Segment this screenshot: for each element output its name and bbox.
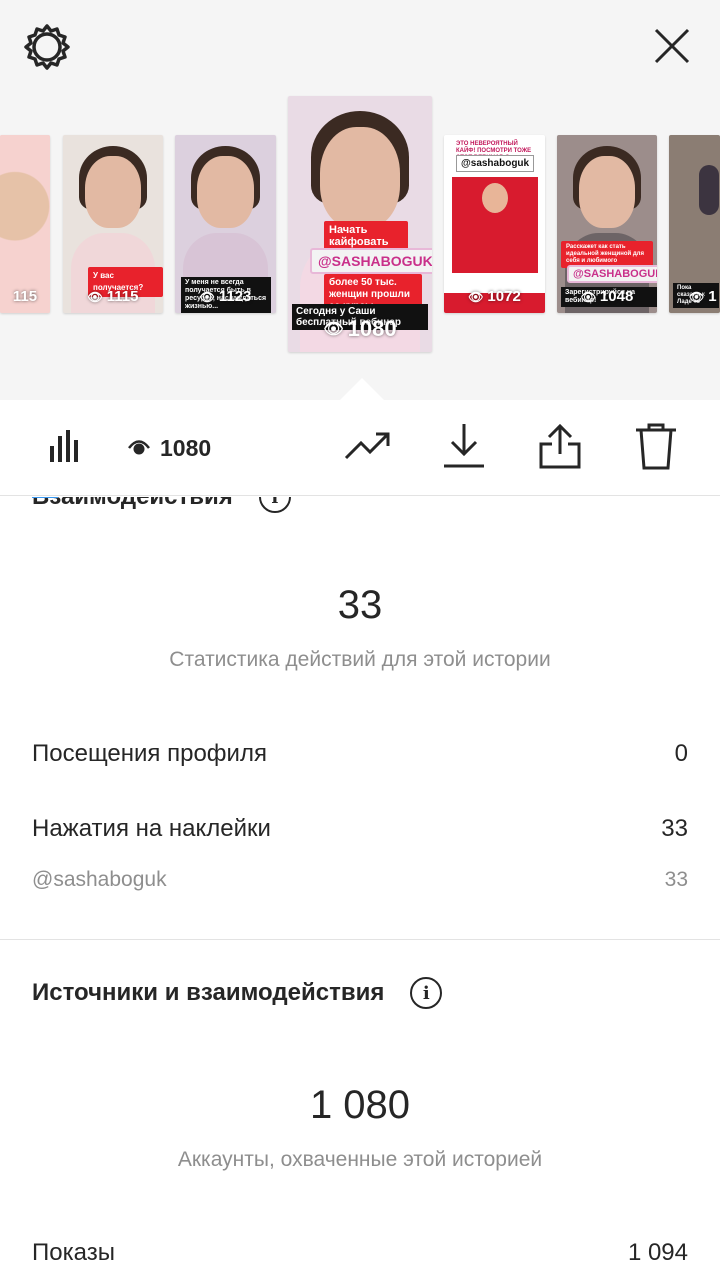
delete-button[interactable] [630, 422, 682, 474]
insights-content[interactable]: Взаимодействия i 33 Статистика действий … [0, 497, 720, 1280]
eye-icon: 👁 [199, 289, 215, 304]
stat-label: Нажатия на наклейки [32, 815, 271, 842]
share-button[interactable] [534, 422, 586, 474]
eye-icon: 👁 [689, 289, 705, 304]
story-thumbnail[interactable]: ЭТО НЕВЕРОЯТНЫЙ КАЙФ! ПОСМОТРИ ТОЖЕ ЭТОТ… [444, 135, 545, 313]
info-icon[interactable]: i [410, 977, 443, 1009]
download-icon [442, 422, 486, 475]
story-views-count: 1048 [599, 288, 634, 305]
stat-value: 1 094 [627, 1239, 688, 1266]
interactions-heading: Взаимодействия i [32, 497, 291, 517]
story-views-count: 1123 [218, 288, 252, 305]
stat-label: Посещения профиля [32, 740, 267, 767]
views-count: 1080 [160, 434, 212, 461]
trash-icon [634, 421, 678, 476]
eye-icon [128, 435, 150, 462]
eye-icon: 👁 [580, 289, 596, 304]
viewers-button[interactable]: 1080 [128, 432, 211, 464]
selected-story-pointer [340, 378, 384, 400]
eye-icon: 👁 [323, 321, 344, 338]
story-sticker: Расскажет как стать идеальной женщиной д… [561, 241, 653, 268]
share-icon [538, 422, 582, 475]
discovery-total: 1 080 [309, 1083, 411, 1127]
info-icon[interactable]: i [258, 497, 291, 513]
stat-row-impressions: Показы 1 094 [32, 1233, 688, 1273]
section-title: Взаимодействия [32, 497, 233, 511]
stat-value: 0 [674, 740, 688, 767]
story-views-count: 1080 [347, 316, 397, 341]
eye-icon: 👁 [468, 289, 484, 304]
stat-row-sticker-mention[interactable]: @sashaboguk 33 [32, 860, 688, 900]
trending-up-icon [343, 426, 393, 471]
stat-value: 33 [664, 868, 688, 891]
stat-row-sticker-taps: Нажатия на наклейки 33 [32, 809, 688, 849]
story-mention-sticker: @sashaboguk [456, 155, 535, 172]
story-views-count: 1115 [106, 288, 139, 305]
story-views-count: 115 [12, 288, 38, 305]
stat-label: Показы [32, 1239, 115, 1266]
story-thumbnail[interactable]: У меня не всегда получается быть в ресур… [175, 135, 276, 313]
insights-button[interactable] [38, 422, 90, 474]
story-thumbnail[interactable]: У вас получается? 👁 1115 [63, 135, 163, 313]
story-mention-sticker: @SASHABOGUK [310, 248, 432, 274]
story-thumbnail-strip[interactable]: 115 У вас получается? 👁 1115 У меня не вс… [0, 0, 720, 400]
story-thumbnail[interactable]: 115 [0, 135, 50, 313]
story-thumbnail-selected[interactable]: Начать кайфовать каждый день @SASHABOGUK… [288, 96, 432, 352]
heading-accent-line [32, 497, 58, 498]
story-thumbnail[interactable]: Расскажет как стать идеальной женщиной д… [557, 135, 657, 313]
stat-row-profile-visits: Посещения профиля 0 [32, 734, 688, 774]
bar-chart-icon [44, 426, 84, 471]
section-title: Источники и взаимодействия [32, 979, 385, 1006]
promote-button[interactable] [342, 422, 394, 474]
story-thumbnail[interactable]: Пока сказала к Ладе то 👁 1 [669, 135, 720, 313]
story-mention-sticker: @SASHABOGUK [567, 265, 657, 283]
discovery-caption: Аккаунты, охваченные этой историей [177, 1148, 543, 1171]
story-views-count: 1072 [487, 288, 521, 305]
eye-icon: 👁 [87, 289, 103, 304]
story-views-count: 1 [708, 288, 717, 305]
story-preview-area: 115 У вас получается? 👁 1115 У меня не вс… [0, 0, 720, 400]
story-toolbar: 1080 [0, 400, 720, 496]
stat-value: 33 [661, 815, 688, 842]
interactions-caption: Статистика действий для этой истории [169, 648, 551, 671]
stat-label: @sashaboguk [32, 868, 167, 891]
download-button[interactable] [438, 422, 490, 474]
discovery-heading: Источники и взаимодействия i [32, 973, 443, 1013]
interactions-total: 33 [337, 583, 383, 627]
section-divider [0, 939, 720, 940]
